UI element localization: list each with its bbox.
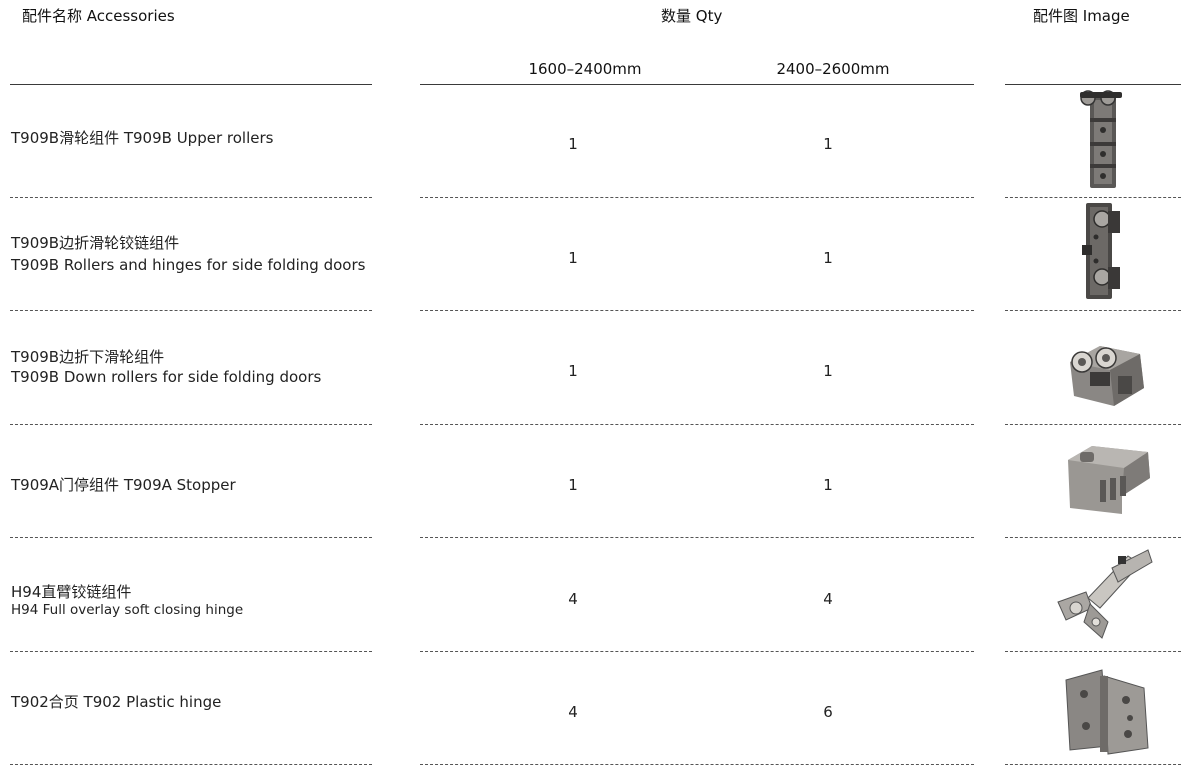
row-4-divider-b [420,537,974,538]
row-3-qty-1600-2400: 1 [568,362,578,380]
row-6-divider-b [420,764,974,765]
accessories-header: 配件名称 Accessories [22,7,175,25]
row-5-divider-b [420,651,974,652]
row-4-qty-2400-2600: 1 [823,476,833,494]
row-5-name-line-1: H94直臂铰链组件 [11,583,132,601]
row-3-divider-a [10,424,372,425]
row-2-name-line-1: T909B边折滑轮铰链组件 [11,234,180,252]
row-2-divider-c [1005,310,1181,311]
row-6-qty-1600-2400: 4 [568,703,578,721]
row-1-qty-1600-2400: 1 [568,135,578,153]
row-6-name-line: T902合页 T902 Plastic hinge [11,693,222,711]
row-6-divider-a [10,764,372,765]
row-1-name-line: T909B滑轮组件 T909B Upper rollers [11,129,274,147]
row-3-name-line-2: T909B Down rollers for side folding door… [11,368,322,386]
row-1-name: T909B滑轮组件 T909B Upper rollers [11,127,273,149]
row-4-divider-a [10,537,372,538]
image-header: 配件图 Image [1033,7,1130,25]
row-3-divider-c [1005,424,1181,425]
soft-close-hinge-icon [1057,549,1153,639]
range-2400-2600-header: 2400–2600mm [776,60,890,78]
row-6-name: T902合页 T902 Plastic hinge [11,691,221,713]
row-1-qty-2400-2600: 1 [823,135,833,153]
row-6-qty-2400-2600: 6 [823,703,833,721]
row-2-name-line-2: T909B Rollers and hinges for side foldin… [11,256,366,274]
down-roller-icon [1070,346,1144,406]
upper-roller-icon [1080,90,1122,188]
row-2-divider-b [420,310,974,311]
row-3-divider-b [420,424,974,425]
row-3-qty-2400-2600: 1 [823,362,833,380]
row-2-divider-a [10,310,372,311]
row-2-qty-2400-2600: 1 [823,249,833,267]
row-2-qty-1600-2400: 1 [568,249,578,267]
row-1-divider-b [420,197,974,198]
stopper-icon [1068,446,1150,514]
header-rule-accessories [10,84,372,85]
row-3-name-line-1: T909B边折下滑轮组件 [11,348,165,366]
qty-header: 数量 Qty [661,7,723,25]
row-5-name: H94直臂铰链组件 H94 Full overlay soft closing … [11,582,243,618]
row-4-divider-c [1005,537,1181,538]
row-5-divider-a [10,651,372,652]
row-1-divider-c [1005,197,1181,198]
row-5-divider-c [1005,651,1181,652]
plastic-hinge-icon [1065,669,1149,755]
row-4-qty-1600-2400: 1 [568,476,578,494]
row-6-divider-c [1005,764,1181,765]
row-5-qty-2400-2600: 4 [823,590,833,608]
row-1-divider-a [10,197,372,198]
row-3-name: T909B边折下滑轮组件 T909B Down rollers for side… [11,346,321,388]
row-5-name-line-2: H94 Full overlay soft closing hinge [11,602,244,618]
row-4-name-line: T909A门停组件 T909A Stopper [11,476,236,494]
header-rule-image [1005,84,1181,85]
row-5-qty-1600-2400: 4 [568,590,578,608]
row-4-name: T909A门停组件 T909A Stopper [11,474,236,496]
range-1600-2400-header: 1600–2400mm [528,60,642,78]
row-2-name: T909B边折滑轮铰链组件 T909B Rollers and hinges f… [11,232,365,276]
roller-hinge-icon [1082,203,1120,299]
header-rule-qty [420,84,974,85]
